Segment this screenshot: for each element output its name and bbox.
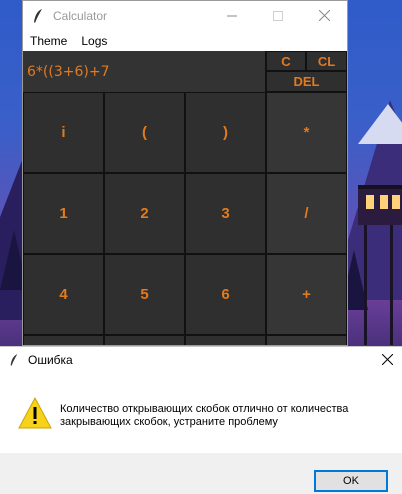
key-plus[interactable]: +	[266, 254, 347, 335]
menu-logs[interactable]: Logs	[74, 34, 114, 48]
clear-log-button[interactable]: CL	[306, 51, 347, 71]
calculator-body: 6*((3+6)+7 C CL DEL i ( ) * 1 2 3 / 4 5 …	[23, 51, 347, 345]
calculator-titlebar: Calculator	[23, 1, 347, 30]
minimize-icon	[227, 15, 237, 16]
close-button[interactable]	[301, 1, 347, 30]
dialog-titlebar: Ошибка	[0, 347, 402, 373]
fire-lookout-tower	[352, 185, 402, 345]
key-divide[interactable]: /	[266, 173, 347, 254]
snow-cap	[358, 104, 402, 144]
key-hidden[interactable]	[185, 335, 266, 345]
dialog-title: Ошибка	[28, 353, 73, 367]
expression-display: 6*((3+6)+7	[23, 51, 266, 92]
key-4[interactable]: 4	[23, 254, 104, 335]
menubar: Theme Logs	[23, 30, 347, 51]
feather-icon	[34, 8, 42, 23]
key-hidden[interactable]	[104, 335, 185, 345]
dialog-message: Количество открывающих скобок отлично от…	[60, 403, 349, 428]
dialog-close-button[interactable]	[372, 352, 402, 369]
key-hidden[interactable]	[23, 335, 104, 345]
dialog-footer: OK	[0, 453, 402, 494]
close-icon	[318, 10, 330, 21]
dialog-content: Количество открывающих скобок отлично от…	[0, 373, 402, 453]
key-i[interactable]: i	[23, 92, 104, 173]
key-hidden[interactable]	[266, 335, 347, 345]
close-icon	[381, 353, 393, 365]
clear-button[interactable]: C	[266, 51, 306, 71]
minimize-button[interactable]	[209, 1, 255, 30]
warning-icon	[18, 397, 52, 429]
key-open-paren[interactable]: (	[104, 92, 185, 173]
key-6[interactable]: 6	[185, 254, 266, 335]
maximize-button[interactable]	[255, 1, 301, 30]
ok-button[interactable]: OK	[314, 470, 388, 492]
error-dialog: Ошибка Количество открывающих скобок отл…	[0, 346, 402, 494]
window-title: Calculator	[53, 8, 108, 23]
key-1[interactable]: 1	[23, 173, 104, 254]
key-multiply[interactable]: *	[266, 92, 347, 173]
menu-theme[interactable]: Theme	[23, 34, 74, 48]
maximize-icon	[273, 10, 283, 21]
feather-icon	[10, 354, 18, 366]
key-3[interactable]: 3	[185, 173, 266, 254]
delete-button[interactable]: DEL	[266, 71, 347, 92]
key-2[interactable]: 2	[104, 173, 185, 254]
key-5[interactable]: 5	[104, 254, 185, 335]
key-close-paren[interactable]: )	[185, 92, 266, 173]
calculator-window: Calculator Theme Logs 6*((3+6)+7 C CL DE…	[22, 0, 348, 346]
keypad: i ( ) * 1 2 3 / 4 5 6 +	[23, 92, 347, 345]
